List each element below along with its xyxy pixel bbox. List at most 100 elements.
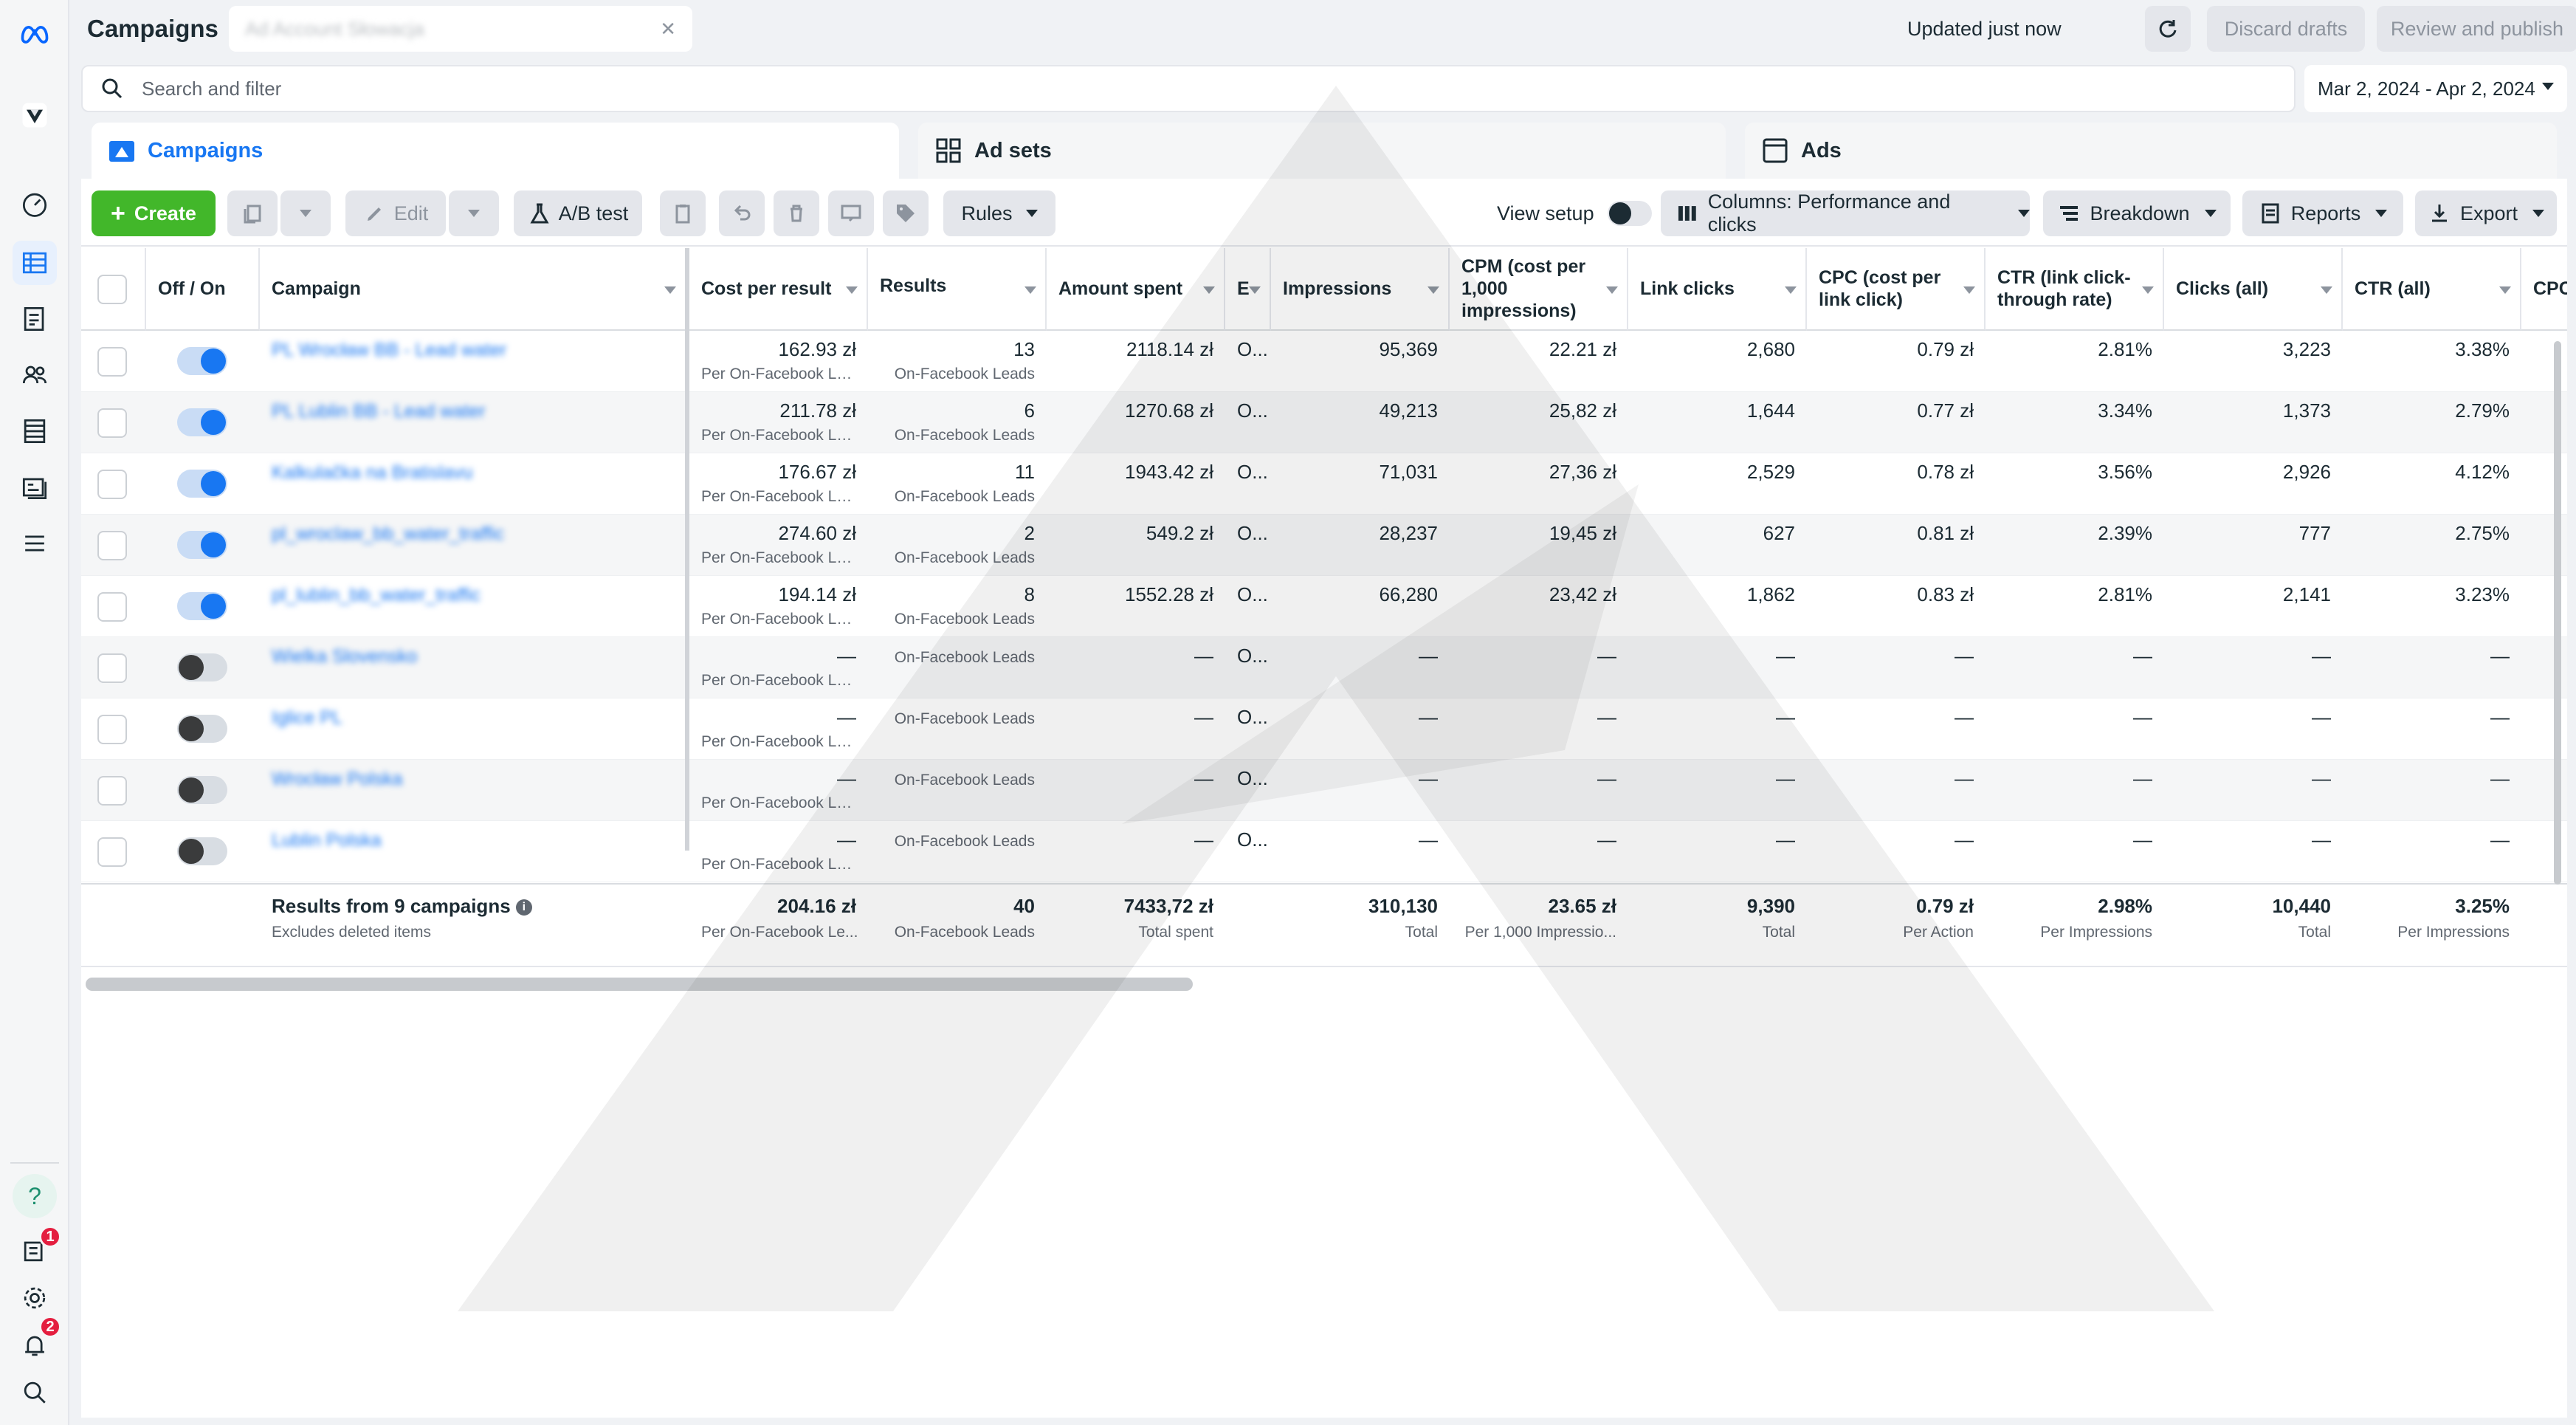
campaigns-table-icon[interactable] — [13, 241, 57, 285]
view-setup[interactable]: View setup — [1497, 190, 1652, 236]
columns-button[interactable]: Columns: Performance and clicks — [1661, 190, 2030, 236]
table-row[interactable]: PL Lublin BB - Lead water 211.78 zł Per On… — [81, 392, 2567, 453]
menu-hamburger-icon[interactable] — [13, 521, 57, 566]
campaign-header[interactable]: Campaign — [260, 248, 686, 331]
discard-drafts-button[interactable]: Discard drafts — [2207, 6, 2365, 52]
search-icon[interactable] — [13, 1370, 57, 1415]
offon-header[interactable]: Off / On — [146, 248, 260, 331]
campaign-toggle[interactable] — [177, 531, 227, 559]
campaign-name-link[interactable]: Wielka Slovensko — [272, 646, 417, 667]
ends-header[interactable]: E — [1225, 248, 1271, 331]
ab-test-button[interactable]: A/B test — [514, 190, 642, 236]
campaign-toggle[interactable] — [177, 470, 227, 498]
campaign-toggle[interactable] — [177, 837, 227, 865]
results-header[interactable]: Results — [868, 248, 1047, 331]
row-checkbox[interactable] — [97, 470, 127, 499]
row-checkbox[interactable] — [97, 776, 127, 806]
edit-dropdown-button[interactable] — [449, 190, 499, 236]
reports-button[interactable]: Reports — [2242, 190, 2403, 236]
ctr-all-header[interactable]: CTR (all) — [2343, 248, 2521, 331]
row-checkbox[interactable] — [97, 837, 127, 867]
ctr-link-header[interactable]: CTR (link click-through rate) — [1986, 248, 2164, 331]
campaign-toggle[interactable] — [177, 653, 227, 681]
breakdown-button[interactable]: Breakdown — [2043, 190, 2231, 236]
help-question-icon[interactable]: ? — [13, 1174, 57, 1218]
tab-ad-sets[interactable]: Ad sets — [918, 123, 1726, 179]
campaign-name-cell[interactable]: pl_lublin_bb_water_traffic — [260, 576, 686, 637]
campaign-toggle[interactable] — [177, 347, 227, 375]
account-selector[interactable]: Ad Account Słowacja ✕ — [229, 6, 692, 52]
campaign-name-cell[interactable]: Kalkulačka na Bratislavu — [260, 453, 686, 515]
tab-campaigns[interactable]: Campaigns — [92, 123, 899, 179]
campaign-name-link[interactable]: Wrocław Polska — [272, 769, 402, 789]
row-checkbox[interactable] — [97, 347, 127, 377]
campaign-name-cell[interactable]: Wrocław Polska — [260, 760, 686, 821]
date-range-picker[interactable]: Mar 2, 2024 - Apr 2, 2024 — [2304, 65, 2567, 112]
meta-logo-icon[interactable] — [13, 12, 57, 56]
duplicate-button[interactable] — [227, 190, 278, 236]
table-row[interactable]: Iglice PL — Per On-Facebook Le... On-Facebo… — [81, 698, 2567, 760]
preview-button[interactable] — [828, 190, 874, 236]
row-checkbox[interactable] — [97, 653, 127, 683]
refresh-button[interactable] — [2145, 6, 2191, 52]
table-row[interactable]: Lublin Polska — Per On-Facebook Le... On-Fa… — [81, 821, 2567, 882]
search-input[interactable] — [142, 77, 2208, 100]
billing-icon[interactable] — [13, 409, 57, 453]
campaign-toggle[interactable] — [177, 408, 227, 436]
campaign-name-cell[interactable]: Wielka Slovensko — [260, 637, 686, 698]
view-setup-toggle[interactable] — [1607, 201, 1652, 226]
link-clicks-header[interactable]: Link clicks — [1628, 248, 1807, 331]
frozen-column-divider[interactable] — [685, 248, 689, 851]
clipboard-button[interactable] — [660, 190, 706, 236]
campaign-name-link[interactable]: Iglice PL — [272, 707, 342, 728]
clicks-all-header[interactable]: Clicks (all) — [2164, 248, 2343, 331]
campaign-name-link[interactable]: PL Wrocław BB - Lead water — [272, 340, 506, 360]
export-button[interactable]: Export — [2415, 190, 2557, 236]
campaign-toggle[interactable] — [177, 592, 227, 620]
reports-icon[interactable] — [13, 297, 57, 341]
campaign-name-link[interactable]: PL Lublin BB - Lead water — [272, 401, 486, 422]
table-row[interactable]: Kalkulačka na Bratislavu 176.67 zł Per On-… — [81, 453, 2567, 515]
tab-ads[interactable]: Ads — [1745, 123, 2557, 179]
vertical-scrollbar[interactable] — [2554, 341, 2561, 885]
ad-library-icon[interactable] — [13, 465, 57, 509]
close-icon[interactable]: ✕ — [660, 18, 676, 41]
campaign-name-cell[interactable]: PL Wrocław BB - Lead water — [260, 331, 686, 392]
cpc-link-header[interactable]: CPC (cost per link click) — [1807, 248, 1986, 331]
edit-button[interactable]: Edit — [345, 190, 446, 236]
info-icon[interactable]: i — [515, 899, 532, 916]
row-checkbox[interactable] — [97, 715, 127, 744]
rules-button[interactable]: Rules — [943, 190, 1055, 236]
campaign-name-link[interactable]: Kalkulačka na Bratislavu — [272, 462, 472, 483]
row-checkbox[interactable] — [97, 408, 127, 438]
settings-gear-icon[interactable] — [13, 1276, 57, 1320]
campaign-name-link[interactable]: pl_wroclaw_bb_water_traffic — [272, 523, 504, 544]
audiences-icon[interactable] — [13, 353, 57, 397]
create-button[interactable]: + Create — [92, 190, 216, 236]
table-row[interactable]: Wrocław Polska — Per On-Facebook Le... On-F… — [81, 760, 2567, 821]
row-checkbox[interactable] — [97, 531, 127, 560]
campaign-name-cell[interactable]: PL Lublin BB - Lead water — [260, 392, 686, 453]
select-all-checkbox[interactable] — [97, 275, 127, 304]
tag-button[interactable] — [883, 190, 929, 236]
cpm-header[interactable]: CPM (cost per 1,000 impressions) — [1450, 248, 1628, 331]
delete-button[interactable] — [774, 190, 819, 236]
horizontal-scrollbar[interactable] — [86, 978, 1193, 991]
campaign-name-link[interactable]: Lublin Polska — [272, 830, 382, 851]
amount-spent-header[interactable]: Amount spent — [1047, 248, 1225, 331]
campaign-name-cell[interactable]: Iglice PL — [260, 698, 686, 760]
alerts-bell-icon[interactable]: 2 — [13, 1316, 61, 1367]
review-publish-button[interactable]: Review and publish — [2377, 6, 2576, 52]
table-row[interactable]: pl_wroclaw_bb_water_traffic 274.60 zł Per … — [81, 515, 2567, 576]
table-row[interactable]: pl_lublin_bb_water_traffic 194.14 zł Per O… — [81, 576, 2567, 637]
cost-per-result-header[interactable]: Cost per result — [689, 248, 868, 331]
campaign-toggle[interactable] — [177, 776, 227, 804]
account-avatar-icon[interactable] — [13, 93, 57, 137]
campaign-toggle[interactable] — [177, 715, 227, 743]
campaign-name-link[interactable]: pl_lublin_bb_water_traffic — [272, 585, 481, 605]
campaign-name-cell[interactable]: pl_wroclaw_bb_water_traffic — [260, 515, 686, 576]
undo-button[interactable] — [719, 190, 765, 236]
impressions-header[interactable]: Impressions — [1271, 248, 1450, 331]
campaign-name-cell[interactable]: Lublin Polska — [260, 821, 686, 882]
notification-center-icon[interactable]: 1 — [13, 1226, 61, 1273]
